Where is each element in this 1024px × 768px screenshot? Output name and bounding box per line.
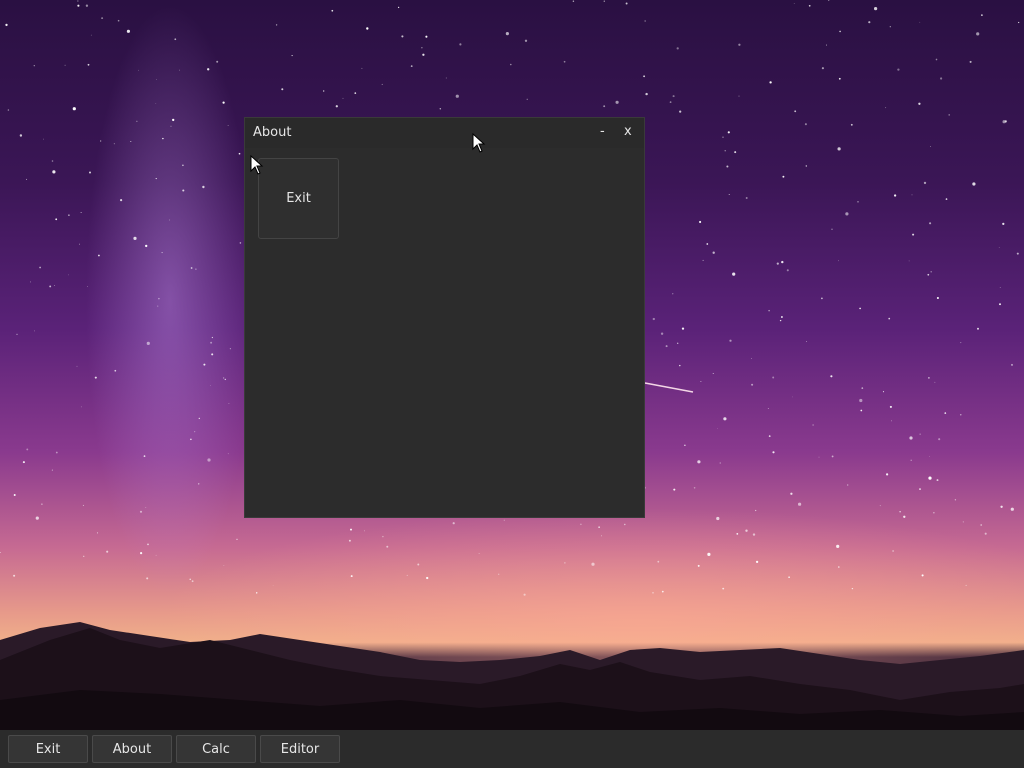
taskbar-editor-label: Editor [280,741,320,757]
taskbar-editor-button[interactable]: Editor [260,735,340,763]
minimize-button[interactable]: - [600,124,605,140]
exit-button-label: Exit [286,191,311,206]
taskbar-about-button[interactable]: About [92,735,172,763]
taskbar: Exit About Calc Editor [0,730,1024,768]
window-titlebar[interactable]: About - x [245,118,644,148]
taskbar-calc-label: Calc [202,741,230,757]
taskbar-exit-label: Exit [35,741,61,757]
exit-button[interactable]: Exit [258,158,339,239]
mouse-pointer-icon [250,155,264,175]
taskbar-calc-button[interactable]: Calc [176,735,256,763]
close-button[interactable]: x [624,124,632,140]
mouse-pointer-icon [472,133,486,153]
window-title: About [253,125,292,140]
about-window[interactable]: About - x Exit [244,117,645,518]
taskbar-exit-button[interactable]: Exit [8,735,88,763]
taskbar-about-label: About [112,741,152,757]
